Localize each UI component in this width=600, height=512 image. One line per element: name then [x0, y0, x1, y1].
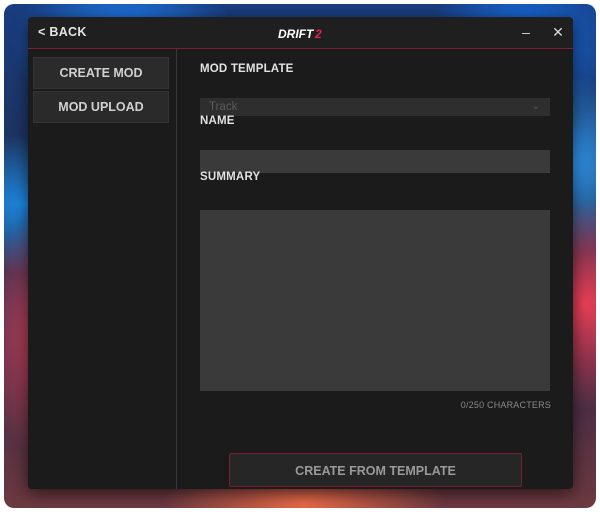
summary-textarea[interactable] — [200, 210, 550, 391]
title-bar: < BACK DRIFT 2 – ✕ — [28, 17, 573, 49]
name-input[interactable] — [200, 150, 550, 173]
chevron-down-icon: ⌄ — [531, 101, 540, 112]
minimize-button[interactable]: – — [517, 23, 535, 41]
drift-logo-icon: DRIFT 2 — [278, 27, 322, 41]
summary-label: SUMMARY — [200, 171, 261, 183]
logo-number: 2 — [314, 27, 322, 41]
mod-template-label: MOD TEMPLATE — [200, 63, 294, 75]
sidebar: CREATE MOD MOD UPLOAD — [28, 49, 177, 489]
create-mod-form: MOD TEMPLATE Track ⌄ NAME SUMMARY 0/250 … — [177, 49, 573, 489]
sidebar-item-create-mod[interactable]: CREATE MOD — [33, 57, 169, 89]
back-button[interactable]: < BACK — [38, 25, 87, 39]
mod-template-select[interactable]: Track ⌄ — [200, 98, 550, 116]
logo-text: DRIFT — [278, 27, 315, 41]
sidebar-item-mod-upload[interactable]: MOD UPLOAD — [33, 91, 169, 123]
character-count: 0/250 CHARACTERS — [460, 400, 551, 410]
name-label: NAME — [200, 115, 235, 127]
create-from-template-button[interactable]: CREATE FROM TEMPLATE — [229, 453, 522, 487]
close-button[interactable]: ✕ — [549, 23, 567, 41]
mod-tools-window: < BACK DRIFT 2 – ✕ CREATE MOD MOD UPLOAD… — [28, 17, 573, 489]
mod-template-value: Track — [209, 101, 238, 113]
